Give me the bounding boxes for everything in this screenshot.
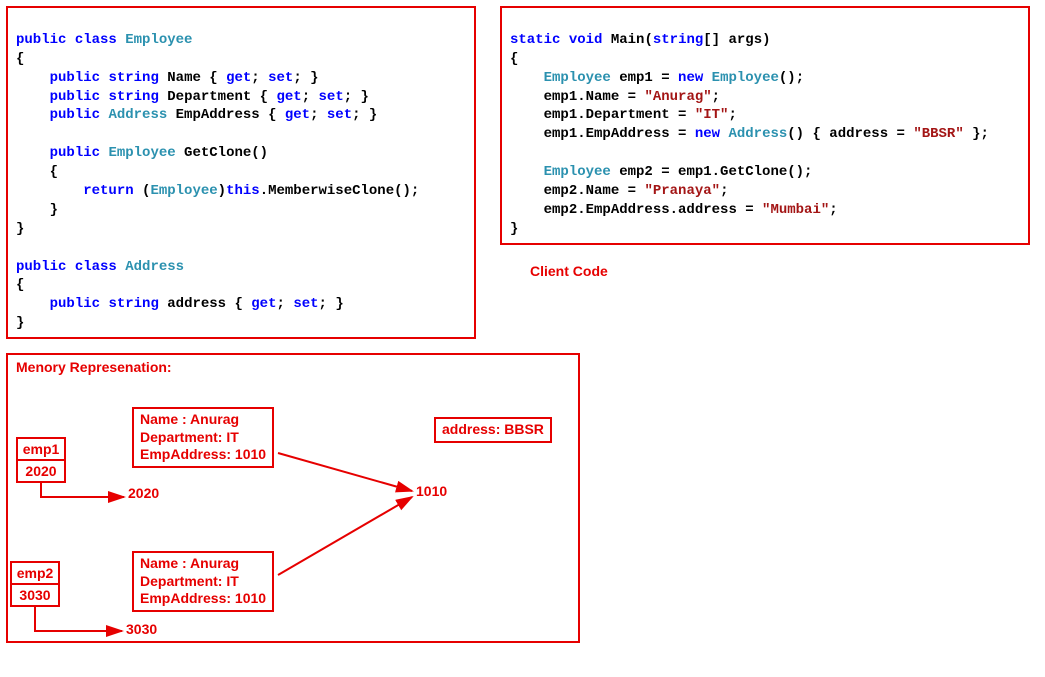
kw: class bbox=[75, 259, 117, 275]
str: "Pranaya" bbox=[644, 183, 720, 199]
kw: new bbox=[678, 70, 703, 86]
kw: string bbox=[653, 32, 703, 48]
emp2-variable-box: emp2 3030 bbox=[10, 561, 60, 607]
txt: ) bbox=[218, 183, 226, 199]
type: Employee bbox=[544, 164, 611, 180]
txt: Main( bbox=[602, 32, 652, 48]
client-code-label: Client Code bbox=[530, 263, 1030, 279]
type: Employee bbox=[125, 32, 192, 48]
txt: emp2 = emp1.GetClone(); bbox=[611, 164, 813, 180]
brace: } bbox=[16, 221, 24, 237]
brace: { bbox=[50, 164, 58, 180]
txt: ; bbox=[251, 70, 268, 86]
kw: public bbox=[50, 107, 100, 123]
str: "Mumbai" bbox=[762, 202, 829, 218]
txt: emp1 = bbox=[611, 70, 678, 86]
arrows bbox=[8, 355, 578, 641]
txt: ; bbox=[829, 202, 837, 218]
pointer-1010: 1010 bbox=[416, 483, 447, 499]
type: Employee bbox=[544, 70, 611, 86]
txt: ; bbox=[712, 89, 720, 105]
brace: { bbox=[16, 277, 24, 293]
txt: emp2.EmpAddress.address = bbox=[544, 202, 762, 218]
pointer-3030: 3030 bbox=[126, 621, 157, 637]
kw: set bbox=[319, 89, 344, 105]
txt: ; bbox=[277, 296, 294, 312]
txt: ; bbox=[720, 183, 728, 199]
txt: ; } bbox=[319, 296, 344, 312]
txt: ; } bbox=[344, 89, 369, 105]
kw: return bbox=[83, 183, 133, 199]
emp1-label: emp1 bbox=[18, 439, 64, 459]
txt: emp1.Name = bbox=[544, 89, 645, 105]
emp1-object-box: Name : Anurag Department: IT EmpAddress:… bbox=[132, 407, 274, 468]
brace: { bbox=[16, 51, 24, 67]
txt: ; bbox=[302, 89, 319, 105]
kw: void bbox=[569, 32, 603, 48]
kw: string bbox=[108, 89, 158, 105]
type: Address bbox=[125, 259, 184, 275]
kw: string bbox=[108, 70, 158, 86]
pointer-2020: 2020 bbox=[128, 485, 159, 501]
kw: public bbox=[16, 32, 66, 48]
txt: GetClone() bbox=[176, 145, 268, 161]
emp2-address: 3030 bbox=[12, 583, 58, 605]
str: "Anurag" bbox=[644, 89, 711, 105]
txt: emp1.EmpAddress = bbox=[544, 126, 695, 142]
emp1-variable-box: emp1 2020 bbox=[16, 437, 66, 483]
kw: public bbox=[50, 70, 100, 86]
kw: get bbox=[276, 89, 301, 105]
type: Employee bbox=[712, 70, 779, 86]
kw: get bbox=[285, 107, 310, 123]
type: Address bbox=[108, 107, 167, 123]
kw: this bbox=[226, 183, 260, 199]
txt: () { address = bbox=[787, 126, 913, 142]
txt: ; } bbox=[293, 70, 318, 86]
kw: public bbox=[50, 89, 100, 105]
memory-title: Menory Represenation: bbox=[16, 359, 172, 375]
kw: public bbox=[50, 296, 100, 312]
kw: public bbox=[16, 259, 66, 275]
type: Employee bbox=[150, 183, 217, 199]
str: "BBSR" bbox=[913, 126, 963, 142]
type: Employee bbox=[108, 145, 175, 161]
txt: ; } bbox=[352, 107, 377, 123]
brace: } bbox=[16, 315, 24, 331]
address-object-box: address: BBSR bbox=[434, 417, 552, 443]
emp2-label: emp2 bbox=[12, 563, 58, 583]
brace: } bbox=[50, 202, 58, 218]
txt: Name { bbox=[159, 70, 226, 86]
kw: get bbox=[251, 296, 276, 312]
txt: address { bbox=[159, 296, 251, 312]
kw: set bbox=[327, 107, 352, 123]
txt: }; bbox=[964, 126, 989, 142]
kw: set bbox=[293, 296, 318, 312]
kw: get bbox=[226, 70, 251, 86]
emp1-address: 2020 bbox=[18, 459, 64, 481]
txt: .MemberwiseClone(); bbox=[260, 183, 420, 199]
code-employee-class: public class Employee { public string Na… bbox=[6, 6, 476, 339]
kw: class bbox=[75, 32, 117, 48]
txt: emp1.Department = bbox=[544, 107, 695, 123]
str: "IT" bbox=[695, 107, 729, 123]
memory-representation-diagram: Menory Represenation: emp1 2020 emp2 303… bbox=[6, 353, 580, 643]
txt: (); bbox=[779, 70, 804, 86]
txt: ( bbox=[134, 183, 151, 199]
brace: } bbox=[510, 221, 518, 237]
kw: set bbox=[268, 70, 293, 86]
txt: Department { bbox=[159, 89, 277, 105]
kw: new bbox=[695, 126, 720, 142]
txt: emp2.Name = bbox=[544, 183, 645, 199]
txt: EmpAddress { bbox=[167, 107, 285, 123]
kw: public bbox=[50, 145, 100, 161]
kw: static bbox=[510, 32, 560, 48]
type: Address bbox=[728, 126, 787, 142]
emp2-object-box: Name : Anurag Department: IT EmpAddress:… bbox=[132, 551, 274, 612]
kw: string bbox=[108, 296, 158, 312]
code-main-method: static void Main(string[] args) { Employ… bbox=[500, 6, 1030, 245]
txt: ; bbox=[728, 107, 736, 123]
brace: { bbox=[510, 51, 518, 67]
txt: ; bbox=[310, 107, 327, 123]
txt: [] args) bbox=[703, 32, 770, 48]
